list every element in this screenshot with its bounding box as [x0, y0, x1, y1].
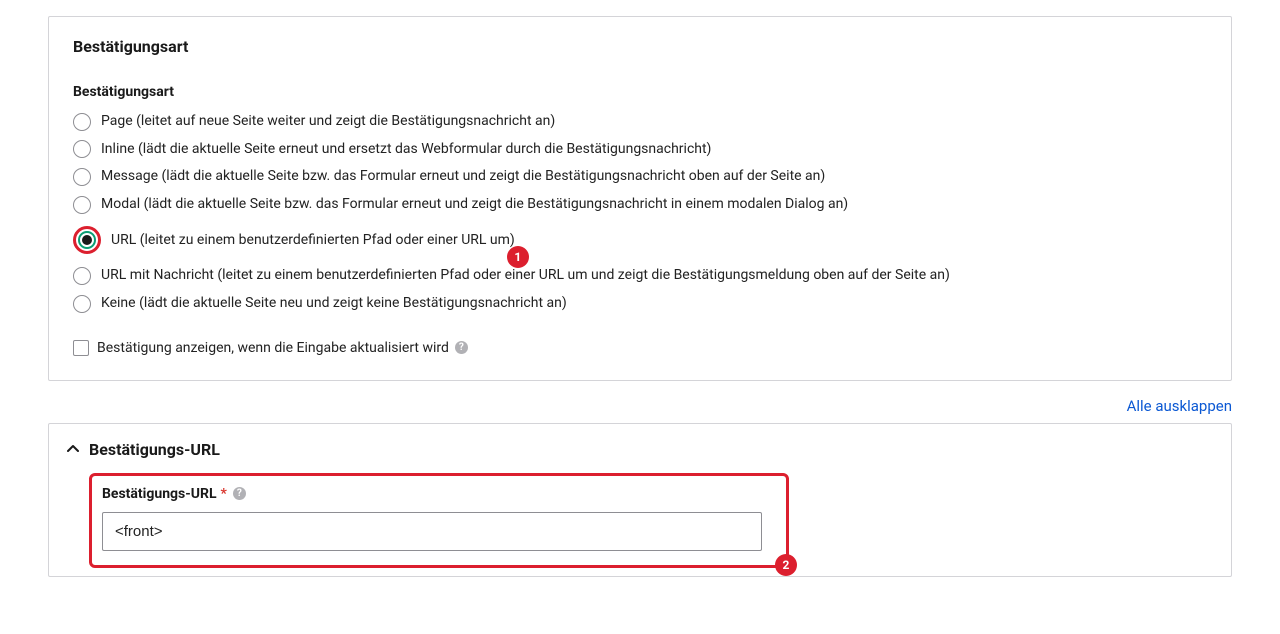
radio-icon[interactable] [73, 267, 91, 285]
field-label-text: Bestätigungs-URL [102, 486, 217, 502]
annotation-highlight-circle [73, 226, 101, 254]
radio-item-url[interactable]: URL (leitet zu einem benutzerdefinierten… [73, 224, 515, 256]
confirmation-url-panel: Bestätigungs-URL Bestätigungs-URL * ? 2 [48, 423, 1232, 577]
required-asterisk-icon: * [221, 486, 227, 502]
annotation-badge-1: 1 [507, 246, 529, 268]
help-icon[interactable]: ? [233, 487, 246, 500]
expand-all-row: Alle ausklappen [48, 397, 1232, 415]
radio-icon[interactable] [73, 113, 91, 131]
collapsible-body: Bestätigungs-URL * ? 2 [49, 469, 1231, 576]
radio-icon[interactable] [73, 168, 91, 186]
help-icon[interactable]: ? [455, 341, 468, 354]
radio-item-page[interactable]: Page (leitet auf neue Seite weiter und z… [73, 110, 1207, 134]
radio-icon[interactable] [78, 231, 96, 249]
radio-label: Page (leitet auf neue Seite weiter und z… [101, 112, 555, 132]
checkbox-icon[interactable] [73, 340, 89, 356]
radio-label: Message (lädt die aktuelle Seite bzw. da… [101, 167, 825, 187]
radio-icon[interactable] [73, 140, 91, 158]
radio-item-url-with-message[interactable]: URL mit Nachricht (leitet zu einem benut… [73, 264, 1207, 288]
radio-label: Keine (lädt die aktuelle Seite neu und z… [101, 294, 567, 314]
radio-icon[interactable] [73, 295, 91, 313]
radio-item-modal[interactable]: Modal (lädt die aktuelle Seite bzw. das … [73, 193, 1207, 217]
radio-item-inline[interactable]: Inline (lädt die aktuelle Seite erneut u… [73, 138, 1207, 162]
field-label-confirmation-type: Bestätigungsart [73, 84, 1207, 100]
radio-icon[interactable] [73, 196, 91, 214]
confirmation-url-input[interactable] [102, 512, 762, 551]
radio-label: Modal (lädt die aktuelle Seite bzw. das … [101, 195, 848, 215]
collapsible-title: Bestätigungs-URL [89, 440, 220, 459]
radio-item-message[interactable]: Message (lädt die aktuelle Seite bzw. da… [73, 165, 1207, 189]
expand-all-link[interactable]: Alle ausklappen [1127, 397, 1232, 415]
chevron-up-icon [67, 443, 79, 455]
checkbox-label: Bestätigung anzeigen, wenn die Eingabe a… [97, 340, 468, 356]
radio-label: URL (leitet zu einem benutzerdefinierten… [111, 231, 515, 251]
radio-label: Inline (lädt die aktuelle Seite erneut u… [101, 140, 711, 160]
confirmation-type-panel: Bestätigungsart Bestätigungsart Page (le… [48, 16, 1232, 381]
annotation-highlight-box: Bestätigungs-URL * ? 2 [89, 473, 789, 568]
panel-title: Bestätigungsart [73, 37, 1207, 56]
radio-label: URL mit Nachricht (leitet zu einem benut… [101, 266, 950, 286]
field-label-confirmation-url: Bestätigungs-URL * ? [102, 486, 776, 502]
collapsible-header-confirmation-url[interactable]: Bestätigungs-URL [49, 424, 1231, 469]
annotation-badge-2: 2 [775, 554, 797, 576]
radio-item-none[interactable]: Keine (lädt die aktuelle Seite neu und z… [73, 292, 1207, 316]
checkbox-item-show-confirmation-on-update[interactable]: Bestätigung anzeigen, wenn die Eingabe a… [73, 340, 1207, 356]
checkbox-label-text: Bestätigung anzeigen, wenn die Eingabe a… [97, 340, 449, 356]
